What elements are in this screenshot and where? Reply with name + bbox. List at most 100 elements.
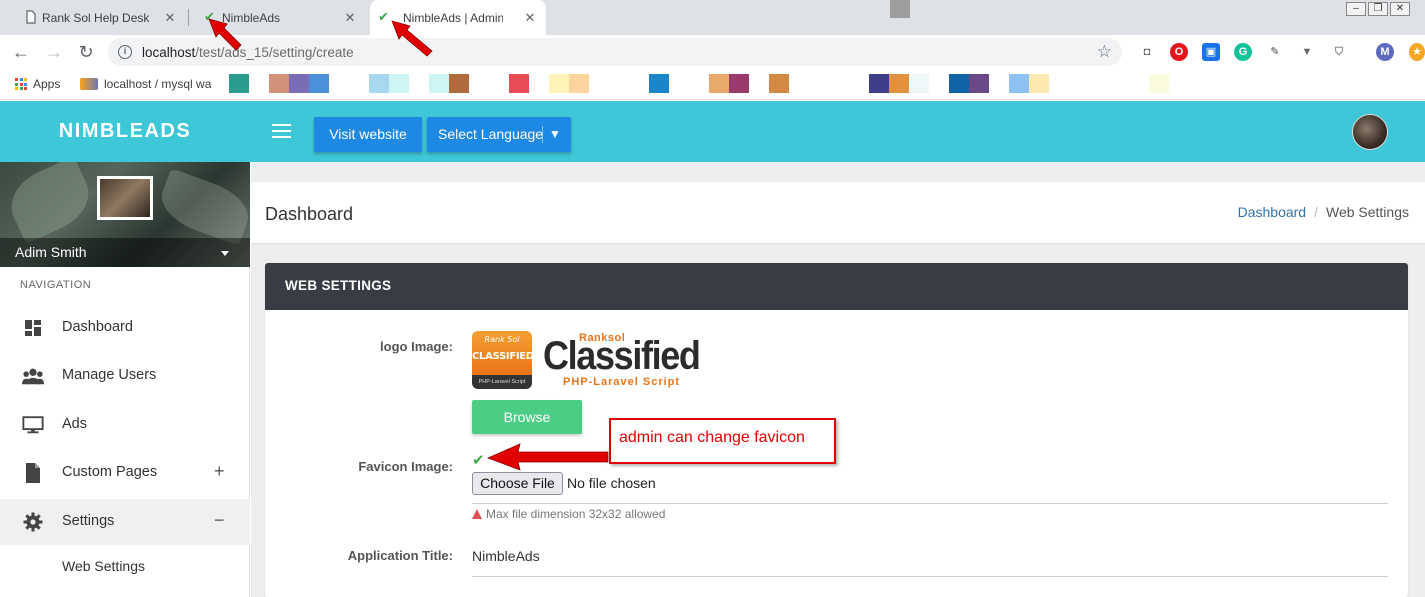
tab-title: NimbleAds [222,10,281,25]
expand-icon[interactable]: + [214,461,225,482]
background-decoration [1,162,99,245]
brand-logo[interactable]: NIMBLEADS [0,101,250,162]
bookmark-favicon-swatch[interactable] [1029,74,1049,93]
bookmark-favicon-swatch[interactable] [509,74,529,93]
user-avatar[interactable] [1352,114,1388,150]
file-icon [26,463,40,483]
logo-brand-sub: PHP-Laravel Script [563,376,681,388]
card-title: WEB SETTINGS [285,278,392,293]
tab-title: NimbleAds | Admin p [403,10,503,25]
page-header: Dashboard Dashboard / Web Settings [251,182,1425,244]
bookmark-favicon-swatch[interactable] [429,74,449,93]
bookmark-favicon-swatch[interactable] [949,74,969,93]
bookmark-favicon-swatch[interactable] [229,74,249,93]
bookmark-favicon-swatch[interactable] [549,74,569,93]
profile-avatar-icon[interactable]: M [1376,43,1394,61]
breadcrumb-link-dashboard[interactable]: Dashboard [1238,204,1307,220]
bookmark-favicon-swatch[interactable] [729,74,749,93]
bookmark-favicon-swatch[interactable] [909,74,929,93]
sidebar-item-ads[interactable]: Ads [0,402,250,448]
sidebar-item-custom-pages[interactable]: Custom Pages + [0,450,250,496]
document-icon [26,10,36,24]
bookmark-favicon-swatch[interactable] [869,74,889,93]
browse-logo-button[interactable]: Browse [472,400,582,434]
capture-icon[interactable]: ▣ [1202,43,1220,61]
select-language-label: Select Language [438,126,544,142]
sidebar-subitem-web-settings[interactable]: Web Settings [62,558,145,574]
browser-tabstrip: Rank Sol Help Desk ✕ ✔ NimbleAds ✕ ✔ Nim… [0,0,1425,35]
tab-nimbleads-admin[interactable]: ✔ NimbleAds | Admin p ✕ [370,0,546,35]
bookmark-favicon-swatch[interactable] [649,74,669,93]
check-favicon-icon: ✔ [378,9,389,24]
profile-picture [97,176,153,220]
sidebar-item-dashboard[interactable]: Dashboard [0,305,250,351]
file-dimension-hint: Max file dimension 32x32 allowed [472,507,665,521]
bookmark-favicon-swatch[interactable] [1149,74,1169,93]
vee-icon[interactable]: ▼ [1298,43,1316,61]
choose-file-button[interactable]: Choose File [472,472,563,495]
tab-rank-sol-help-desk[interactable]: Rank Sol Help Desk ✕ [20,0,186,35]
profile-name-bar[interactable]: Adim Smith [0,238,250,267]
extension-icon[interactable]: ★ [1409,43,1425,61]
logo-badge-image: Rank Sol CLASSIFIED PHP-Laravel Script [472,331,534,389]
forward-icon[interactable]: → [44,42,64,62]
sidebar-item-manage-users[interactable]: Manage Users [0,353,250,399]
application-title-label: Application Title: [347,548,453,563]
grammarly-icon[interactable]: G [1234,43,1252,61]
bookmark-favicon-swatch[interactable] [889,74,909,93]
collapse-icon[interactable]: − [214,510,225,531]
bookmark-favicon-swatch[interactable] [369,74,389,93]
sidebar-item-label: Custom Pages [62,464,158,480]
users-icon [22,368,44,385]
file-status: No file chosen [567,475,656,491]
bookmark-apps[interactable]: Apps [15,77,60,91]
sidebar-item-label: Manage Users [62,367,157,383]
sidebar-item-label: Settings [62,513,115,529]
phpmyadmin-icon [80,78,98,90]
breadcrumb-separator: / [1314,204,1318,220]
bookmark-star-icon[interactable]: ☆ [1097,42,1112,62]
window-controls: – ❐ ✕ [1346,2,1410,18]
application-title-input[interactable]: NimbleAds [472,548,540,564]
back-icon[interactable]: ← [11,42,31,62]
reload-icon[interactable]: ↻ [76,42,96,62]
close-tab-icon[interactable]: ✕ [522,10,538,26]
shield-icon[interactable]: ⛉ [1330,43,1348,61]
bookmark-favicon-swatch[interactable] [969,74,989,93]
close-tab-icon[interactable]: ✕ [162,10,178,26]
chevron-down-icon: ▼ [549,127,561,141]
select-language-button[interactable]: Select Language ▼ [427,117,571,152]
profile-panel: Adim Smith [0,162,250,267]
bookmark-favicon-swatch[interactable] [769,74,789,93]
eyedropper-icon[interactable]: ✎ [1266,43,1284,61]
info-icon[interactable]: i [118,45,132,59]
minimize-icon[interactable]: – [1346,2,1366,16]
close-tab-icon[interactable]: ✕ [342,10,358,26]
sidebar-item-settings[interactable]: Settings − [0,499,250,545]
bookmark-favicon-swatch[interactable] [309,74,329,93]
restore-icon[interactable]: ❐ [1368,2,1388,16]
visit-website-button[interactable]: Visit website [314,117,422,152]
bookmark-favicon-swatch[interactable] [709,74,729,93]
bookmark-favicon-swatch[interactable] [269,74,289,93]
tab-separator [188,9,189,26]
menu-toggle-icon[interactable] [272,124,291,138]
check-favicon-icon: ✔ [204,9,215,24]
bookmark-favicon-swatch[interactable] [1009,74,1029,93]
bookmark-favicon-swatch[interactable] [449,74,469,93]
close-window-icon[interactable]: ✕ [1390,2,1410,16]
opera-icon[interactable]: O [1170,43,1188,61]
favicon-check-icon: ✔ [472,452,485,469]
window-drag-area [890,0,910,18]
camera-icon[interactable]: ◘ [1138,43,1156,61]
apps-grid-icon [15,78,27,90]
address-bar[interactable]: i localhost/test/ads_15/setting/create ☆ [108,38,1122,66]
logo-image-label: logo Image: [380,339,453,354]
bookmark-phpmyadmin[interactable]: localhost / mysql wa [80,77,216,91]
tab-nimbleads[interactable]: ✔ NimbleAds ✕ [200,0,366,35]
caret-down-icon[interactable] [221,251,229,256]
bookmark-favicon-swatch[interactable] [289,74,309,93]
bookmark-favicon-swatch[interactable] [569,74,589,93]
bookmark-favicon-swatch[interactable] [389,74,409,93]
breadcrumb-current: Web Settings [1325,204,1409,220]
